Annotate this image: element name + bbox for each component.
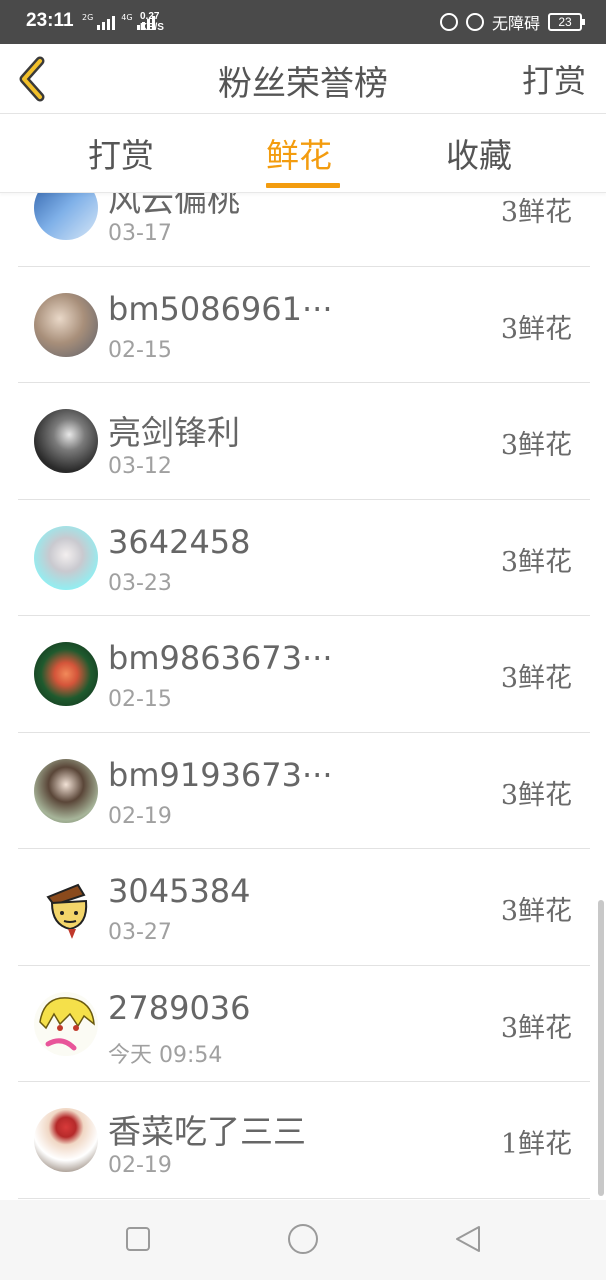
network-speed: 0.27 KB/S bbox=[140, 11, 164, 33]
avatar bbox=[34, 642, 98, 706]
status-right: 无障碍 23 bbox=[439, 10, 585, 34]
gift-count: 3鲜花 bbox=[500, 896, 572, 927]
list-item[interactable]: 3045384 03-27 3鲜花 bbox=[18, 849, 590, 966]
fan-date: 02-19 bbox=[108, 1153, 172, 1178]
list-item[interactable]: 香菜吃了三三 02-19 1鲜花 bbox=[18, 1082, 590, 1199]
avatar bbox=[34, 292, 98, 357]
list-item[interactable]: 2789036 今天 09:54 3鲜花 bbox=[18, 966, 590, 1082]
circle-icon bbox=[288, 1224, 318, 1254]
fan-name: 2789036 bbox=[108, 988, 251, 1027]
app-header: 粉丝荣誉榜 打赏 bbox=[0, 44, 606, 114]
alarm-icon bbox=[465, 13, 484, 31]
gift-count: 3鲜花 bbox=[500, 779, 572, 811]
status-bar: 23:11 2G 4G 0.27 KB/S 无障碍 23 bbox=[0, 0, 606, 44]
gift-count: 3鲜花 bbox=[500, 197, 572, 228]
battery-icon: 23 bbox=[548, 13, 585, 31]
triangle-back-icon bbox=[456, 1226, 480, 1252]
gift-count: 3鲜花 bbox=[500, 663, 572, 694]
home-button[interactable] bbox=[287, 1223, 319, 1255]
fan-date: 02-15 bbox=[108, 337, 172, 363]
fan-date: 02-19 bbox=[108, 803, 172, 829]
fan-name: 3045384 bbox=[108, 872, 251, 910]
tab-reward[interactable]: 打赏 bbox=[88, 129, 154, 177]
fan-name: bm9863673··· bbox=[108, 639, 333, 677]
recent-apps-button[interactable] bbox=[123, 1224, 153, 1254]
avatar bbox=[34, 991, 98, 1056]
gift-count: 3鲜花 bbox=[500, 1012, 572, 1044]
fan-date: 今天 09:54 bbox=[108, 1042, 223, 1068]
cartoon-face-icon bbox=[46, 883, 88, 939]
page-title: 粉丝荣誉榜 bbox=[218, 64, 388, 104]
fan-date: 03-12 bbox=[108, 454, 172, 479]
list-item[interactable]: 3642458 03-23 3鲜花 bbox=[18, 500, 590, 616]
fan-list: 风云偏桃 03-17 3鲜花 bm5086961··· 02-15 3鲜花 亮剑… bbox=[18, 150, 590, 1199]
list-item[interactable]: bm5086961··· 02-15 3鲜花 bbox=[18, 267, 590, 383]
avatar bbox=[34, 409, 98, 473]
signal-2g-icon: 2G bbox=[82, 14, 116, 30]
lock-rotation-icon bbox=[439, 13, 458, 31]
avatar bbox=[34, 758, 98, 823]
tab-flowers[interactable]: 鲜花 bbox=[266, 129, 332, 177]
fan-name: 香菜吃了三三 bbox=[108, 1112, 306, 1151]
avatar bbox=[34, 1108, 98, 1172]
accessibility-label: 无障碍 bbox=[491, 14, 540, 33]
fan-name: 亮剑锋利 bbox=[108, 413, 240, 452]
tab-favorites[interactable]: 收藏 bbox=[446, 129, 512, 177]
fan-date: 02-15 bbox=[108, 687, 172, 712]
anime-avatar-icon bbox=[39, 996, 95, 1050]
fan-date: 03-27 bbox=[108, 920, 172, 945]
gift-count: 3鲜花 bbox=[500, 430, 572, 461]
fan-date: 03-23 bbox=[108, 570, 172, 596]
list-item[interactable]: bm9863673··· 02-15 3鲜花 bbox=[18, 616, 590, 733]
gift-count: 1鲜花 bbox=[500, 1129, 572, 1160]
back-nav-button[interactable] bbox=[453, 1224, 483, 1254]
status-time: 23:11 bbox=[26, 10, 74, 31]
gift-count: 3鲜花 bbox=[500, 313, 572, 345]
list-item[interactable]: 亮剑锋利 03-12 3鲜花 bbox=[18, 383, 590, 500]
fan-name: bm5086961··· bbox=[108, 289, 333, 328]
square-icon bbox=[126, 1227, 150, 1251]
list-item[interactable]: bm9193673··· 02-19 3鲜花 bbox=[18, 733, 590, 849]
active-tab-indicator bbox=[266, 183, 340, 188]
tab-bar: 打赏 鲜花 收藏 bbox=[0, 115, 606, 193]
fan-date: 03-17 bbox=[108, 221, 172, 246]
scrollbar[interactable] bbox=[598, 900, 604, 1196]
reward-button[interactable]: 打赏 bbox=[522, 56, 586, 102]
gift-count: 3鲜花 bbox=[500, 546, 572, 578]
fan-name: 3642458 bbox=[108, 522, 251, 561]
system-nav-bar bbox=[0, 1200, 606, 1280]
fan-name: bm9193673··· bbox=[108, 755, 333, 794]
avatar bbox=[34, 525, 98, 590]
avatar bbox=[34, 875, 98, 939]
